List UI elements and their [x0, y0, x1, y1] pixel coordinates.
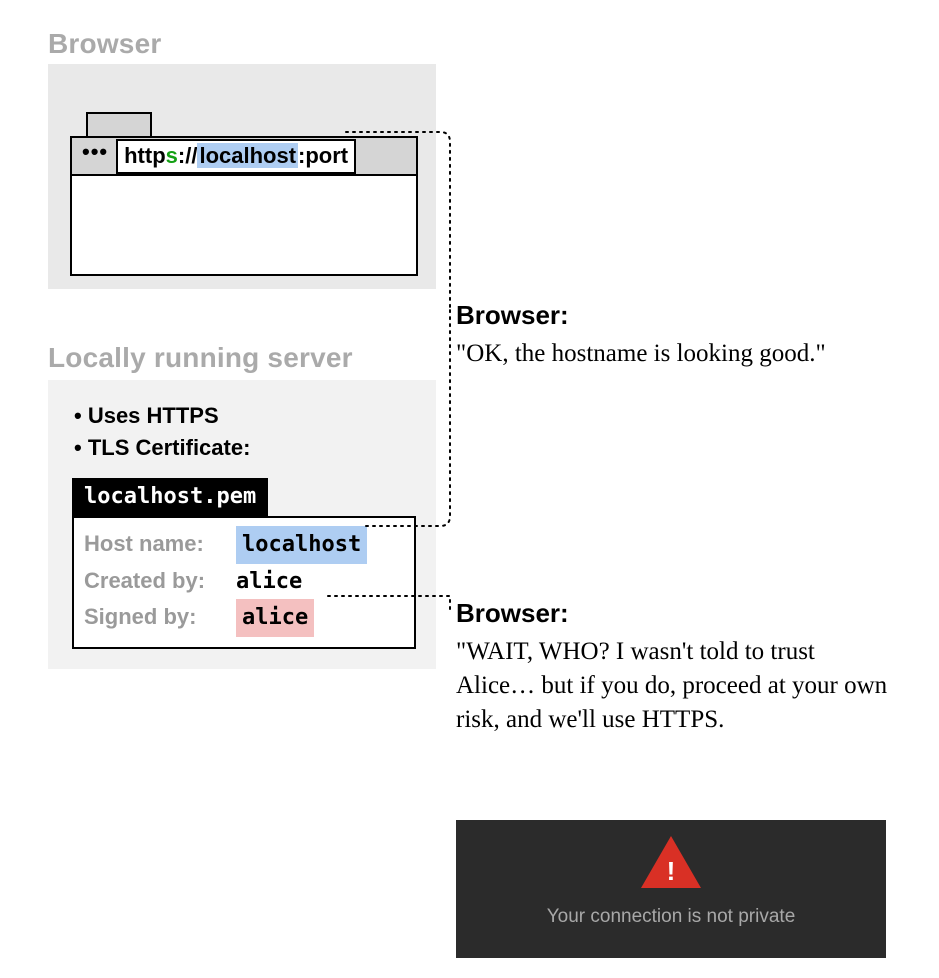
- browser-tab-row: [70, 112, 418, 136]
- browser-viewport: [70, 176, 418, 276]
- cert-row-createdby: Created by: alice: [84, 564, 404, 599]
- browser-panel: Browser ••• https://localhost:port: [48, 64, 436, 289]
- callout-hostname-ok: Browser: "OK, the hostname is looking go…: [456, 300, 876, 371]
- server-bullets: Uses HTTPS TLS Certificate:: [74, 400, 420, 464]
- warning-exclamation: !: [665, 856, 677, 887]
- cert-createdby-value: alice: [236, 565, 302, 599]
- privacy-warning-text: Your connection is not private: [547, 906, 796, 928]
- server-panel: Locally running server Uses HTTPS TLS Ce…: [48, 380, 436, 669]
- url-scheme-http: http: [124, 143, 166, 168]
- callout1-speaker: Browser:: [456, 300, 876, 331]
- url-scheme-s: s: [166, 143, 178, 168]
- cert-signedby-label: Signed by:: [84, 600, 224, 634]
- cert-filename: localhost.pem: [72, 478, 268, 516]
- url-port: :port: [298, 143, 348, 168]
- browser-address-bar: https://localhost:port: [116, 139, 356, 174]
- privacy-warning-card: ! Your connection is not private: [456, 820, 886, 958]
- callout2-speech: "WAIT, WHO? I wasn't told to trust Alice…: [456, 635, 896, 736]
- warning-triangle-icon: !: [641, 836, 701, 888]
- cert-hostname-label: Host name:: [84, 527, 224, 561]
- url-separator: ://: [178, 143, 198, 168]
- browser-panel-title: Browser: [48, 28, 161, 60]
- server-bullet-https: Uses HTTPS: [74, 400, 420, 432]
- diagram-stage: Browser ••• https://localhost:port Local…: [0, 0, 939, 978]
- cert-row-hostname: Host name: localhost: [84, 526, 404, 564]
- browser-window: ••• https://localhost:port: [70, 112, 418, 276]
- server-panel-title: Locally running server: [48, 342, 353, 374]
- callout1-speech: "OK, the hostname is looking good.": [456, 337, 876, 371]
- cert-box: Host name: localhost Created by: alice S…: [72, 516, 416, 649]
- callout2-speaker: Browser:: [456, 598, 896, 629]
- browser-tab: [86, 112, 152, 136]
- cert-createdby-label: Created by:: [84, 564, 224, 598]
- url-host: localhost: [197, 143, 298, 168]
- cert-hostname-value: localhost: [236, 526, 367, 564]
- callout-signer-warning: Browser: "WAIT, WHO? I wasn't told to tr…: [456, 598, 896, 736]
- server-bullet-cert: TLS Certificate:: [74, 432, 420, 464]
- cert-signedby-value: alice: [236, 599, 314, 637]
- cert-row-signedby: Signed by: alice: [84, 599, 404, 637]
- browser-chrome-bar: ••• https://localhost:port: [70, 136, 418, 176]
